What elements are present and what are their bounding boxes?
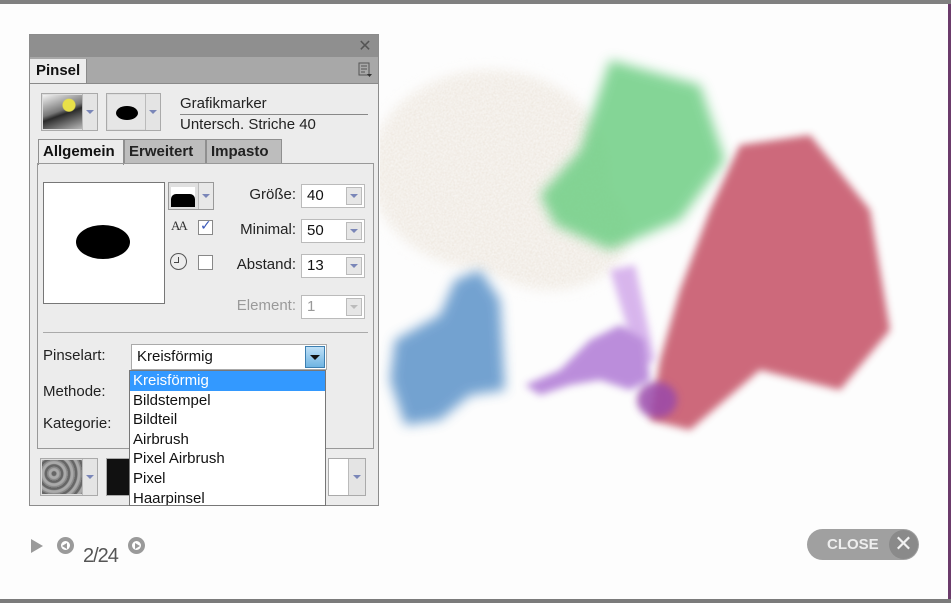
brush-name: Grafikmarker Untersch. Striche 40 <box>180 95 368 136</box>
dropdown-option[interactable]: Bildstempel <box>130 391 325 411</box>
chevron-down-icon[interactable] <box>348 459 365 495</box>
next-icon[interactable] <box>128 537 145 554</box>
pinselart-value: Kreisförmig <box>137 348 213 365</box>
brush-name-primary: Grafikmarker <box>180 95 368 115</box>
tab-impasto[interactable]: Impasto <box>206 139 282 163</box>
brush-name-variant: Untersch. Striche 40 <box>180 116 316 133</box>
groesse-label: Größe: <box>249 186 296 203</box>
chevron-down-icon <box>346 298 362 316</box>
chevron-down-icon[interactable] <box>82 94 97 130</box>
clock-icon <box>170 253 187 270</box>
slide-counter: 2/24 <box>83 545 119 567</box>
close-button[interactable]: CLOSE ✕ <box>807 529 919 560</box>
element-label: Element: <box>236 297 296 314</box>
brush-strokes-svg <box>380 60 890 430</box>
texture-thumbnail <box>42 460 82 494</box>
abstand-field[interactable]: 13 <box>301 254 365 278</box>
dropdown-option[interactable]: Haarpinsel <box>130 489 325 505</box>
methode-label: Methode: <box>43 383 106 400</box>
panel-tabbar: Pinsel <box>30 57 378 84</box>
tab-allgemein[interactable]: Allgemein <box>38 139 124 165</box>
minimal-label: Minimal: <box>240 221 296 238</box>
pinselart-dropdown-list: Kreisförmig Bildstempel Bildteil Airbrus… <box>129 370 326 506</box>
chevron-down-icon[interactable] <box>305 346 325 368</box>
brush-strokes-image <box>380 40 920 470</box>
abstand-value: 13 <box>307 257 324 274</box>
brush-preview-shape <box>76 225 130 259</box>
dropdown-option[interactable]: Airbrush <box>130 430 325 450</box>
dropdown-option[interactable]: Pixel Airbrush <box>130 449 325 469</box>
pinselart-select[interactable]: Kreisförmig <box>131 344 327 370</box>
panel-menu-icon[interactable] <box>358 62 372 78</box>
minimal-field[interactable]: 50 <box>301 219 365 243</box>
groesse-value: 40 <box>307 187 324 204</box>
blue-stroke <box>390 270 505 425</box>
antialias-icon: AA <box>171 218 188 233</box>
tab-erweitert[interactable]: Erweitert <box>124 139 206 163</box>
tab-pinsel[interactable]: Pinsel <box>30 59 88 83</box>
brush-preset-thumbnail <box>43 95 83 129</box>
groesse-field[interactable]: 40 <box>301 184 365 208</box>
minimal-value: 50 <box>307 222 324 239</box>
chevron-down-icon[interactable] <box>346 257 362 275</box>
divider <box>43 332 368 333</box>
chevron-down-icon[interactable] <box>82 459 97 495</box>
brush-preview <box>43 182 165 304</box>
previous-icon[interactable] <box>57 537 74 554</box>
close-label: CLOSE <box>827 536 879 553</box>
dropdown-option[interactable]: Pixel <box>130 469 325 489</box>
abstand-label: Abstand: <box>236 256 296 273</box>
background-page-strip-bottom <box>0 599 951 603</box>
pinselart-label: Pinselart: <box>43 347 106 364</box>
chevron-down-icon[interactable] <box>346 187 362 205</box>
dropdown-option[interactable]: Bildteil <box>130 410 325 430</box>
texture-picker[interactable] <box>40 458 98 496</box>
brush-tip-picker[interactable] <box>106 93 161 131</box>
color-variant-picker[interactable] <box>328 458 366 496</box>
kategorie-label: Kategorie: <box>43 415 112 432</box>
chevron-down-icon[interactable] <box>145 94 160 130</box>
dropdown-option[interactable]: Kreisförmig <box>130 371 325 391</box>
brush-tip-thumbnail <box>108 95 146 129</box>
close-icon[interactable]: ✕ <box>889 530 918 559</box>
element-field: 1 <box>301 295 365 319</box>
panel-titlebar[interactable]: ✕ <box>30 35 378 57</box>
play-icon[interactable] <box>31 539 43 553</box>
chevron-down-icon[interactable] <box>346 222 362 240</box>
brush-preset-picker[interactable] <box>41 93 98 131</box>
element-value: 1 <box>307 298 316 315</box>
close-icon[interactable]: ✕ <box>356 36 374 56</box>
